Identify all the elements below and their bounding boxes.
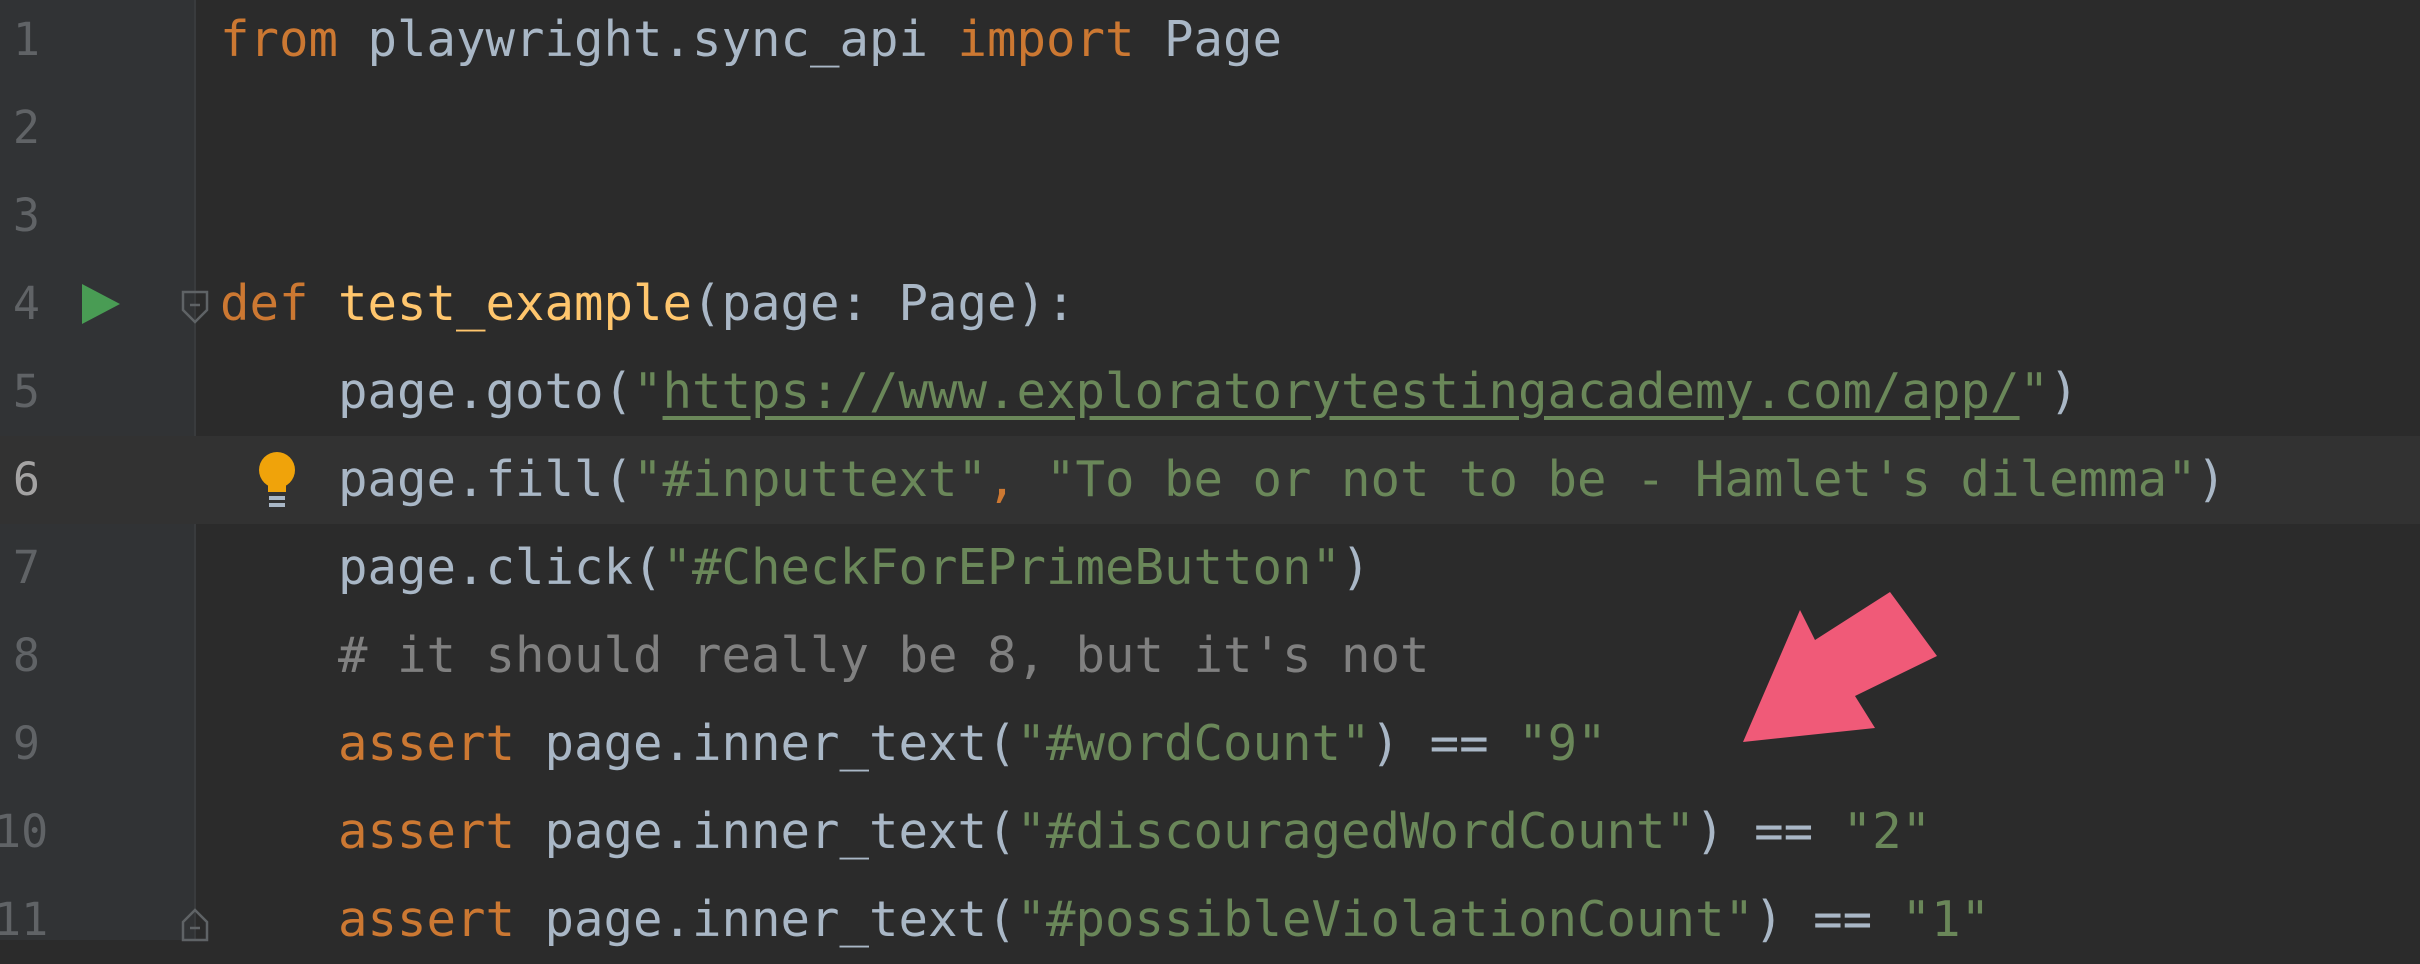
code-token: "2": [1842, 803, 1932, 860]
code-line[interactable]: 8 # it should really be 8, but it's not: [0, 612, 2420, 700]
code-token: page.inner_text(: [515, 891, 1017, 948]
code-token: ): [1341, 539, 1371, 596]
code-line[interactable]: 5 page.goto("https://www.exploratorytest…: [0, 348, 2420, 436]
code-line[interactable]: 6 page.fill("#inputtext", "To be or not …: [0, 436, 2420, 524]
code-text[interactable]: from playwright.sync_api import Page: [220, 0, 1282, 84]
code-token: https://www.exploratorytestingacademy.co…: [662, 363, 2020, 420]
line-number: 8: [12, 629, 40, 682]
code-line[interactable]: 2: [0, 84, 2420, 172]
line-number: 9: [12, 717, 40, 770]
code-token: "#wordCount": [1016, 715, 1371, 772]
code-line[interactable]: 10 assert page.inner_text("#discouragedW…: [0, 788, 2420, 876]
code-token: ,: [987, 451, 1047, 508]
code-line[interactable]: 4 def test_example(page: Page):: [0, 260, 2420, 348]
code-token: page.inner_text(: [515, 803, 1017, 860]
code-token: def: [220, 275, 309, 332]
code-token: import: [957, 11, 1135, 68]
fold-icon[interactable]: [180, 904, 210, 944]
code-token: ) ==: [1754, 891, 1902, 948]
code-line[interactable]: 11 assert page.inner_text("#possibleViol…: [0, 876, 2420, 964]
code-token: page.click(: [220, 539, 663, 596]
code-text[interactable]: page.click("#CheckForEPrimeButton"): [220, 524, 1371, 612]
code-token: "To be or not to be - Hamlet's dilemma": [1046, 451, 2197, 508]
code-token: "9": [1518, 715, 1607, 772]
run-test-icon[interactable]: [82, 284, 120, 324]
code-text[interactable]: def test_example(page: Page):: [220, 260, 1076, 348]
code-token: assert: [338, 803, 516, 860]
code-token: Page: [1134, 11, 1283, 68]
code-text[interactable]: page.goto("https://www.exploratorytestin…: [220, 348, 2079, 436]
code-token: test_example: [338, 275, 693, 332]
code-line[interactable]: 7 page.click("#CheckForEPrimeButton"): [0, 524, 2420, 612]
code-token: ) ==: [1695, 803, 1843, 860]
code-line[interactable]: 3: [0, 172, 2420, 260]
line-number: 6: [12, 453, 40, 506]
code-token: "#discouragedWordCount": [1016, 803, 1696, 860]
fold-icon[interactable]: [180, 288, 210, 328]
code-token: ): [2196, 451, 2227, 508]
code-token: playwright.sync_api: [338, 11, 958, 68]
code-token: # it should really be 8, but it's not: [220, 627, 1430, 684]
code-token: assert: [338, 715, 516, 772]
code-token: from: [220, 11, 339, 68]
code-token: ": [2019, 363, 2050, 420]
code-text[interactable]: assert page.inner_text("#possibleViolati…: [220, 876, 1990, 964]
line-number: 2: [12, 101, 40, 154]
code-text[interactable]: assert page.inner_text("#discouragedWord…: [220, 788, 1931, 876]
code-token: ": [633, 363, 663, 420]
code-token: "1": [1901, 891, 1991, 948]
code-token: ) ==: [1370, 715, 1519, 772]
line-number: 3: [12, 189, 40, 242]
line-number: 1: [12, 13, 40, 66]
code-token: "#CheckForEPrimeButton": [662, 539, 1342, 596]
code-text[interactable]: # it should really be 8, but it's not: [220, 612, 1430, 700]
line-number: 10: [0, 805, 49, 858]
code-token: "#inputtext": [633, 451, 988, 508]
code-token: page.goto(: [220, 363, 634, 420]
code-line[interactable]: 9 assert page.inner_text("#wordCount") =…: [0, 700, 2420, 788]
code-token: "#possibleViolationCount": [1016, 891, 1755, 948]
pink-arrow-icon: [1743, 592, 1937, 742]
code-editor[interactable]: 1 from playwright.sync_api import Page 2 3 4…: [0, 0, 2420, 948]
code-token: (page: Page):: [692, 275, 1076, 332]
code-token: page.fill(: [220, 451, 634, 508]
code-line[interactable]: 1 from playwright.sync_api import Page: [0, 0, 2420, 84]
line-number: 4: [12, 277, 40, 330]
line-number: 5: [12, 365, 40, 418]
code-token: page.inner_text(: [515, 715, 1017, 772]
line-number: 7: [12, 541, 40, 594]
code-token: assert: [338, 891, 516, 948]
code-text[interactable]: assert page.inner_text("#wordCount") == …: [220, 700, 1607, 788]
line-number: 11: [0, 893, 49, 946]
code-text[interactable]: page.fill("#inputtext", "To be or not to…: [220, 436, 2226, 524]
code-token: ): [2049, 363, 2079, 420]
